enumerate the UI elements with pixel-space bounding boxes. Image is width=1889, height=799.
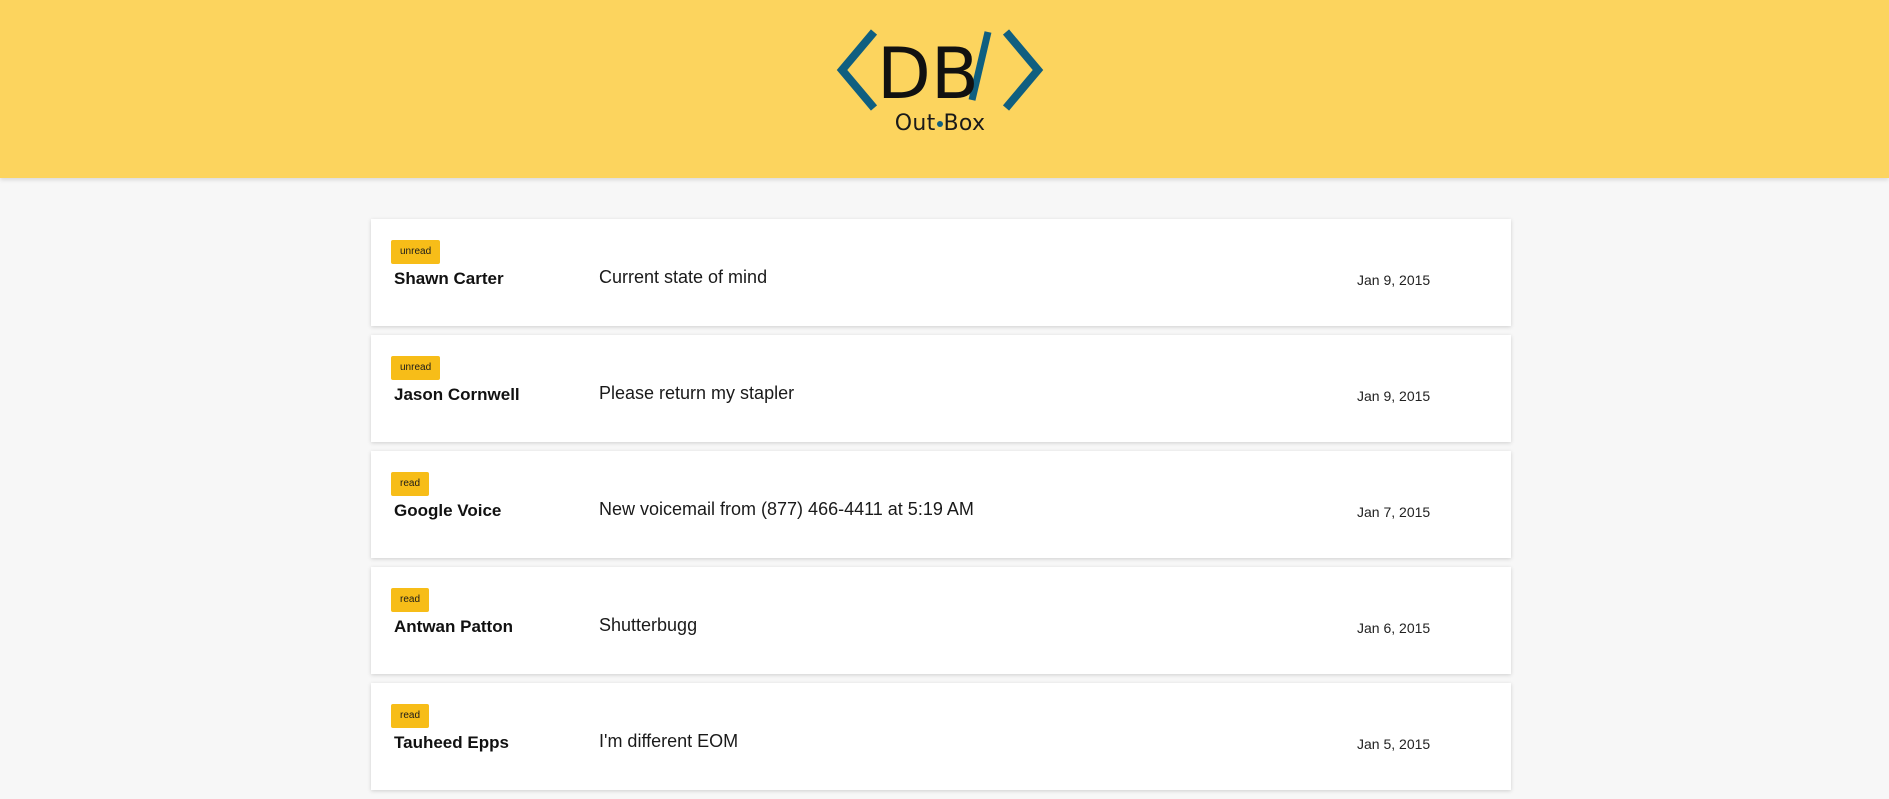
code-brackets-icon: DB — [836, 29, 1044, 115]
message-row[interactable]: read Antwan Patton Shutterbugg Jan 6, 20… — [371, 567, 1511, 674]
logo-mark-text: DB — [877, 33, 979, 115]
status-badge: unread — [391, 240, 441, 264]
message-row[interactable]: unread Jason Cornwell Please return my s… — [371, 335, 1511, 442]
status-badge: read — [391, 588, 430, 612]
sender-name: Tauheed Epps — [394, 733, 509, 752]
logo-name-out: Out — [894, 111, 936, 136]
status-badge: read — [391, 472, 430, 496]
message-subject[interactable]: New voicemail from (877) 466-4411 at 5:1… — [599, 499, 974, 520]
app-header: DB Out Box — [0, 0, 1889, 178]
message-date: Jan 6, 2015 — [1357, 620, 1431, 636]
logo-name-box: Box — [943, 111, 986, 136]
message-date: Jan 9, 2015 — [1357, 272, 1431, 288]
sender-name: Shawn Carter — [394, 269, 504, 288]
logo-dot — [936, 121, 943, 127]
logo-name: Out Box — [836, 111, 1044, 136]
message-date: Jan 7, 2015 — [1357, 504, 1431, 520]
message-subject[interactable]: I'm different EOM — [599, 731, 738, 752]
outbox-logo[interactable]: DB Out Box — [836, 26, 1044, 140]
message-row[interactable]: read Tauheed Epps I'm different EOM Jan … — [371, 683, 1511, 790]
sender-name: Antwan Patton — [394, 617, 513, 636]
message-date: Jan 9, 2015 — [1357, 388, 1431, 404]
sender-name: Jason Cornwell — [394, 385, 520, 404]
status-badge: unread — [391, 356, 441, 380]
message-subject[interactable]: Shutterbugg — [599, 615, 697, 636]
message-subject[interactable]: Current state of mind — [599, 267, 767, 288]
message-date: Jan 5, 2015 — [1357, 736, 1431, 752]
message-subject[interactable]: Please return my stapler — [599, 383, 794, 404]
message-row[interactable]: unread Shawn Carter Current state of min… — [371, 219, 1511, 326]
status-badge: read — [391, 704, 430, 728]
sender-name: Google Voice — [394, 501, 502, 520]
message-list: unread Shawn Carter Current state of min… — [371, 219, 1511, 799]
message-row[interactable]: read Google Voice New voicemail from (87… — [371, 451, 1511, 558]
